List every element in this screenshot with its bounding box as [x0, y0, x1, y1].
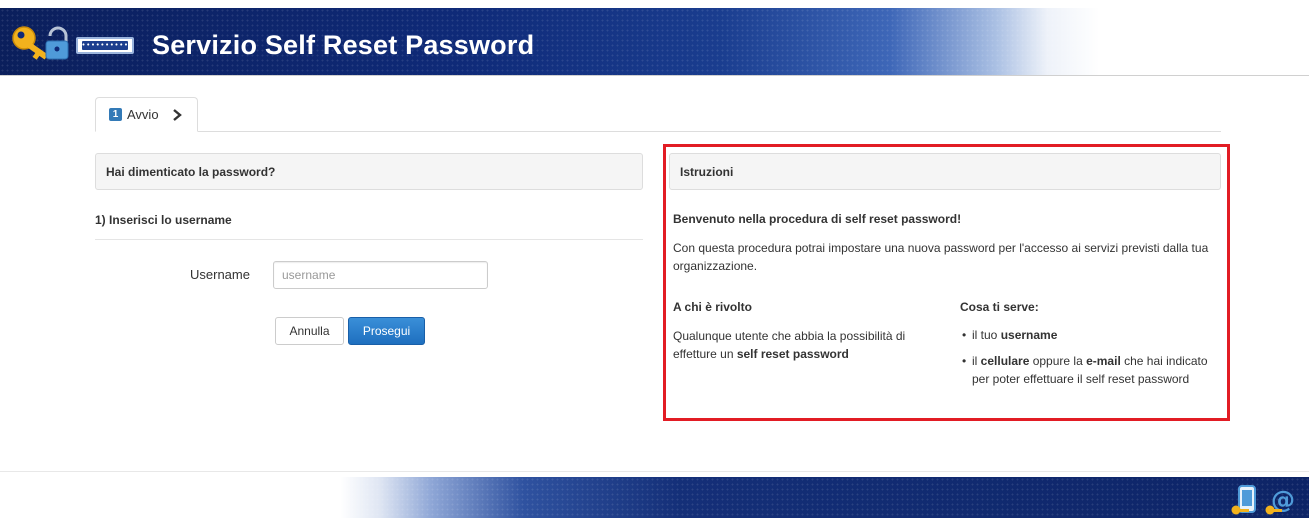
- continue-button[interactable]: Prosegui: [348, 317, 425, 345]
- forgot-password-panel-heading: Hai dimenticato la password?: [95, 153, 643, 190]
- req-1-bold: username: [1000, 328, 1058, 342]
- username-label: Username: [190, 267, 250, 282]
- footer-pattern: [0, 477, 1309, 518]
- tab-step-avvio[interactable]: 1 Avvio: [95, 97, 198, 132]
- req-2-pre: il: [972, 354, 981, 368]
- step-number-badge: 1: [109, 108, 122, 121]
- chevron-right-icon: [172, 108, 182, 121]
- step-subheading: 1) Inserisci lo username: [95, 213, 232, 227]
- instructions-panel-heading: Istruzioni: [669, 153, 1221, 190]
- who-text: Qualunque utente che abbia la possibilit…: [673, 327, 933, 363]
- header-banner: •••••••••• Servizio Self Reset Password: [0, 8, 1309, 76]
- step-label: Avvio: [127, 107, 159, 122]
- welcome-text: Benvenuto nella procedura di self reset …: [673, 212, 962, 226]
- at-sign-key-icon: @: [1265, 486, 1295, 515]
- req-2-bold-phone: cellulare: [980, 354, 1030, 368]
- password-dots: ••••••••••: [81, 41, 129, 49]
- intro-text: Con questa procedura potrai impostare un…: [673, 241, 1209, 273]
- cancel-button[interactable]: Annulla: [275, 317, 344, 345]
- req-1-text: il tuo: [972, 328, 1001, 342]
- req-2-mid: oppure la: [1029, 354, 1087, 368]
- tab-divider: [95, 131, 1221, 132]
- username-input[interactable]: [273, 261, 488, 289]
- who-text-bold: self reset password: [736, 347, 849, 361]
- req-2-bold-email: e-mail: [1086, 354, 1121, 368]
- password-field-logo: ••••••••••: [76, 37, 134, 54]
- requirements-list: il tuo username il cellulare oppure la e…: [960, 326, 1222, 396]
- who-heading: A chi è rivolto: [673, 300, 752, 314]
- phone-key-icon: [1231, 485, 1256, 515]
- footer-banner: [0, 477, 1309, 518]
- requirements-heading: Cosa ti serve:: [960, 300, 1039, 314]
- list-item: il cellulare oppure la e-mail che hai in…: [960, 352, 1222, 388]
- key-lock-icon: [12, 26, 69, 60]
- subheading-divider: [95, 239, 643, 240]
- app-title: Servizio Self Reset Password: [152, 30, 535, 60]
- footer-divider: [0, 471, 1309, 472]
- list-item: il tuo username: [960, 326, 1222, 344]
